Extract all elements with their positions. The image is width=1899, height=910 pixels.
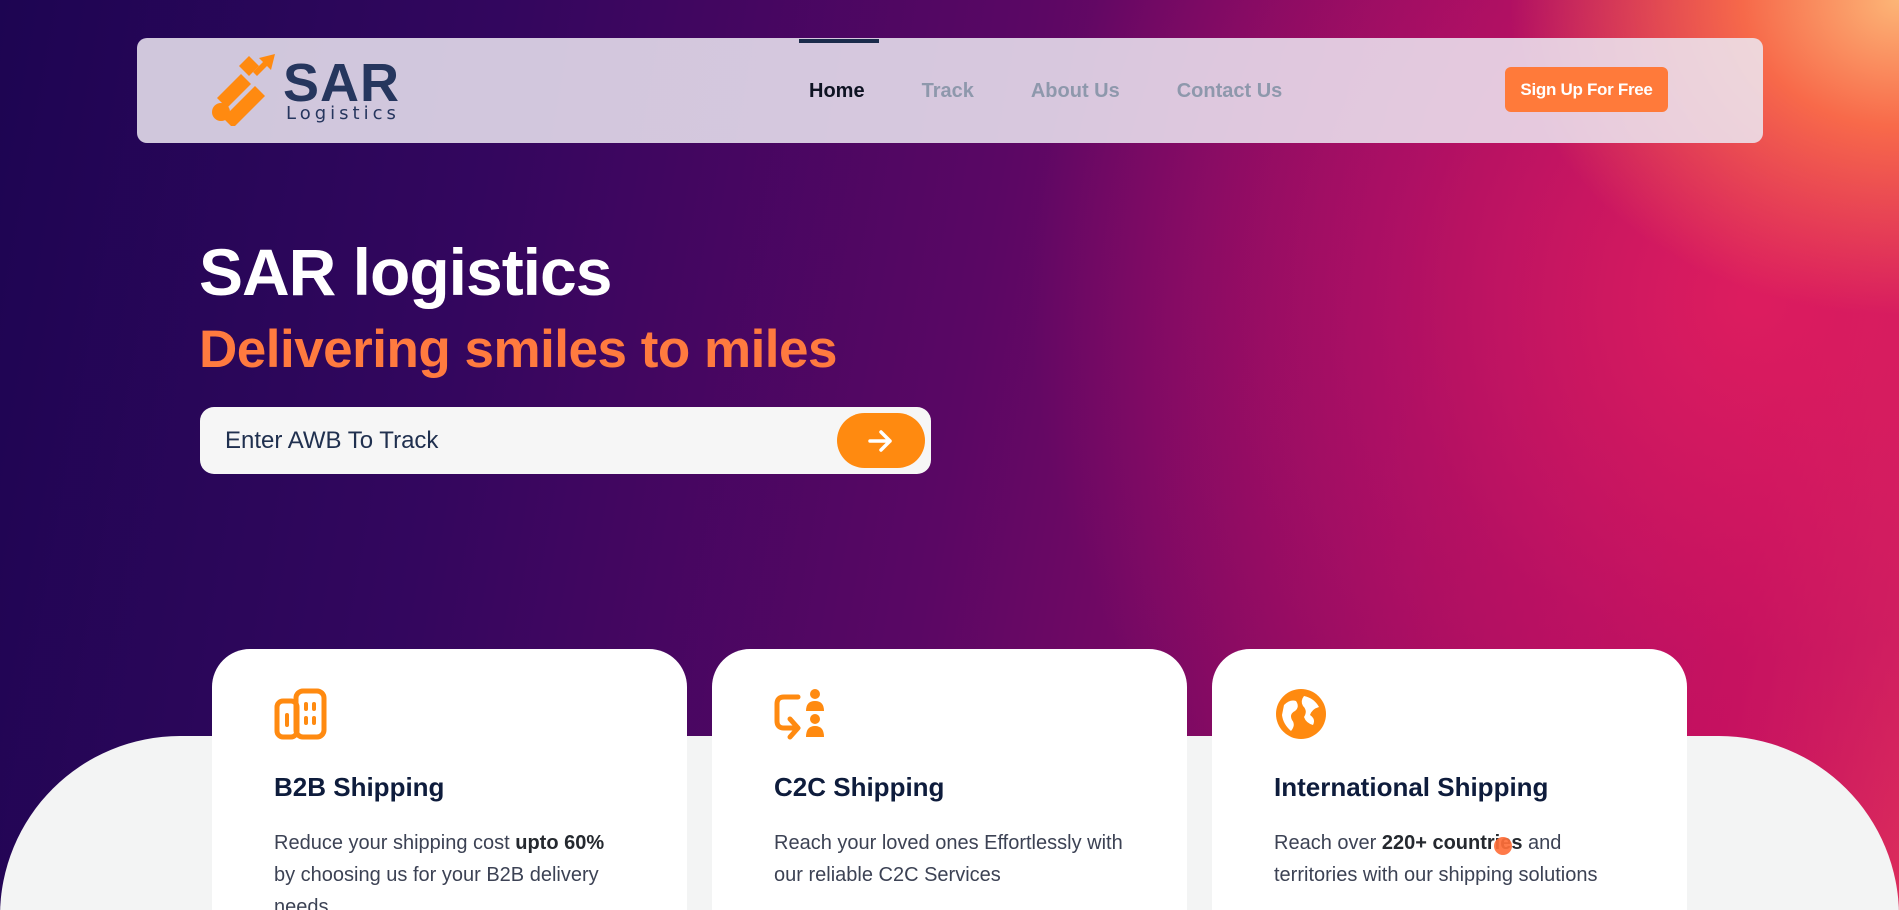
hero-tagline: Delivering smiles to miles	[199, 320, 837, 379]
arrow-right-icon	[868, 429, 892, 452]
service-card-international[interactable]: International Shipping Reach over 220+ c…	[1212, 649, 1687, 910]
nav-active-indicator	[799, 39, 879, 43]
sign-up-button[interactable]: Sign Up For Free	[1505, 67, 1668, 112]
card-description: Reduce your shipping cost upto 60% by ch…	[274, 832, 605, 910]
card-description: Reach over 220+ countries and territorie…	[1274, 832, 1598, 886]
airplane-stripes-logo-icon	[212, 54, 275, 126]
mouse-cursor-indicator	[1494, 837, 1512, 855]
card-title: International Shipping	[1274, 772, 1549, 802]
nav-link-track[interactable]: Track	[922, 78, 974, 106]
awb-track-input[interactable]	[225, 421, 785, 461]
nav-link-home[interactable]: Home	[809, 78, 865, 106]
service-card-c2c[interactable]: C2C Shipping Reach your loved ones Effor…	[712, 649, 1187, 910]
buildings-icon	[274, 688, 327, 740]
nav-link-about-us[interactable]: About Us	[1031, 78, 1120, 106]
card-title: C2C Shipping	[774, 772, 945, 802]
service-card-b2b[interactable]: B2B Shipping Reduce your shipping cost u…	[212, 649, 687, 910]
globe-icon	[1276, 689, 1326, 739]
logo-sub-text: Logistics	[286, 103, 400, 124]
person-transfer-icon	[774, 689, 824, 740]
nav-links: Home Track About Us Contact Us	[809, 78, 1339, 106]
track-search-box	[200, 407, 931, 474]
navbar: SAR Logistics Home Track About Us Contac…	[137, 38, 1763, 143]
hero-title: SAR logistics	[199, 235, 612, 309]
logo-brand-text: SAR	[283, 53, 401, 113]
track-submit-button[interactable]	[837, 413, 925, 468]
card-title: B2B Shipping	[274, 772, 445, 802]
logo[interactable]: SAR Logistics	[211, 54, 401, 126]
nav-link-contact-us[interactable]: Contact Us	[1177, 78, 1283, 106]
card-description: Reach your loved ones Effortlessly with …	[774, 832, 1123, 886]
